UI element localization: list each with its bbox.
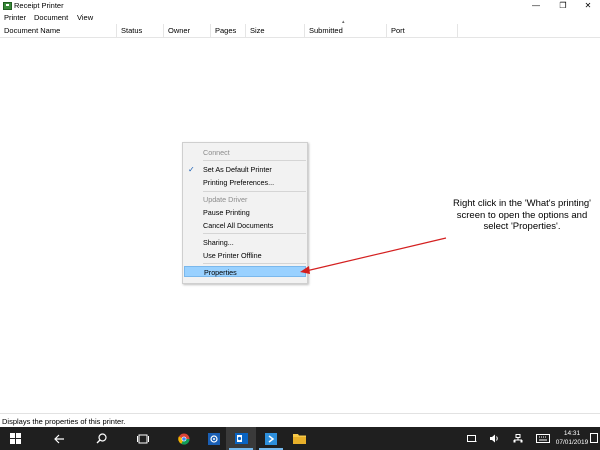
menu-separator: [203, 191, 306, 192]
status-text: Displays the properties of this printer.: [2, 417, 126, 426]
menu-properties[interactable]: Properties: [184, 266, 306, 277]
file-explorer-icon[interactable]: [284, 427, 314, 450]
column-status[interactable]: Status: [117, 24, 164, 38]
clock-date: 07/01/2019: [555, 439, 589, 446]
menu-bar: Printer Document View: [0, 12, 600, 23]
title-bar[interactable]: Receipt Printer — ❐ ✕: [0, 0, 600, 12]
column-port[interactable]: Port: [387, 24, 458, 38]
menu-cancel-all-documents[interactable]: Cancel All Documents: [184, 220, 306, 231]
search-icon[interactable]: [86, 427, 116, 450]
menu-view[interactable]: View: [77, 13, 93, 22]
chrome-icon[interactable]: [169, 427, 199, 450]
menu-printer[interactable]: Printer: [4, 13, 26, 22]
menu-set-default-printer[interactable]: ✓ Set As Default Printer: [184, 164, 306, 175]
minimize-button[interactable]: —: [524, 0, 548, 12]
back-arrow-icon[interactable]: [44, 427, 74, 450]
menu-separator: [203, 160, 306, 161]
menu-use-printer-offline[interactable]: Use Printer Offline: [184, 250, 306, 261]
instruction-annotation: Right click in the 'What's printing' scr…: [453, 198, 591, 232]
volume-icon[interactable]: [490, 434, 500, 443]
menu-printing-preferences[interactable]: Printing Preferences...: [184, 177, 306, 188]
arrow-line: [305, 237, 447, 272]
status-bar: Displays the properties of this printer.: [0, 413, 600, 427]
column-owner[interactable]: Owner: [164, 24, 211, 38]
column-size[interactable]: Size: [246, 24, 305, 38]
window-title: Receipt Printer: [14, 1, 64, 10]
column-pages[interactable]: Pages: [211, 24, 246, 38]
task-view-icon[interactable]: [128, 427, 158, 450]
windows-start-icon[interactable]: [0, 427, 30, 450]
checkmark-icon: ✓: [188, 165, 195, 174]
settings-icon[interactable]: [199, 427, 229, 450]
printer-queue-window: Receipt Printer — ❐ ✕ Printer Document V…: [0, 0, 600, 428]
menu-pause-printing[interactable]: Pause Printing: [184, 207, 306, 218]
network-icon[interactable]: [513, 434, 523, 443]
notification-icon[interactable]: [590, 433, 598, 443]
clock-time: 14:31: [563, 430, 581, 437]
outlook-icon[interactable]: [226, 427, 256, 450]
column-header: Document Name Status Owner Pages Size Su…: [0, 24, 600, 38]
maximize-button[interactable]: ❐: [551, 0, 575, 12]
taskbar-clock[interactable]: 14:31 07/01/2019: [555, 429, 589, 447]
column-document-name[interactable]: Document Name: [0, 24, 117, 38]
remote-desktop-icon[interactable]: [256, 427, 286, 450]
menu-connect[interactable]: Connect: [184, 147, 306, 158]
menu-sharing[interactable]: Sharing...: [184, 237, 306, 248]
menu-separator: [203, 263, 306, 264]
context-menu: Connect ✓ Set As Default Printer Printin…: [182, 142, 308, 284]
taskbar: 14:31 07/01/2019: [0, 427, 600, 450]
column-submitted[interactable]: Submitted: [305, 24, 387, 38]
menu-item-label: Set As Default Printer: [203, 165, 272, 174]
menu-separator: [203, 233, 306, 234]
keyboard-icon[interactable]: [536, 434, 550, 443]
people-icon[interactable]: [467, 434, 477, 443]
close-button[interactable]: ✕: [576, 0, 600, 12]
menu-update-driver[interactable]: Update Driver: [184, 194, 306, 205]
menu-document[interactable]: Document: [34, 13, 68, 22]
printer-icon: [3, 2, 12, 10]
